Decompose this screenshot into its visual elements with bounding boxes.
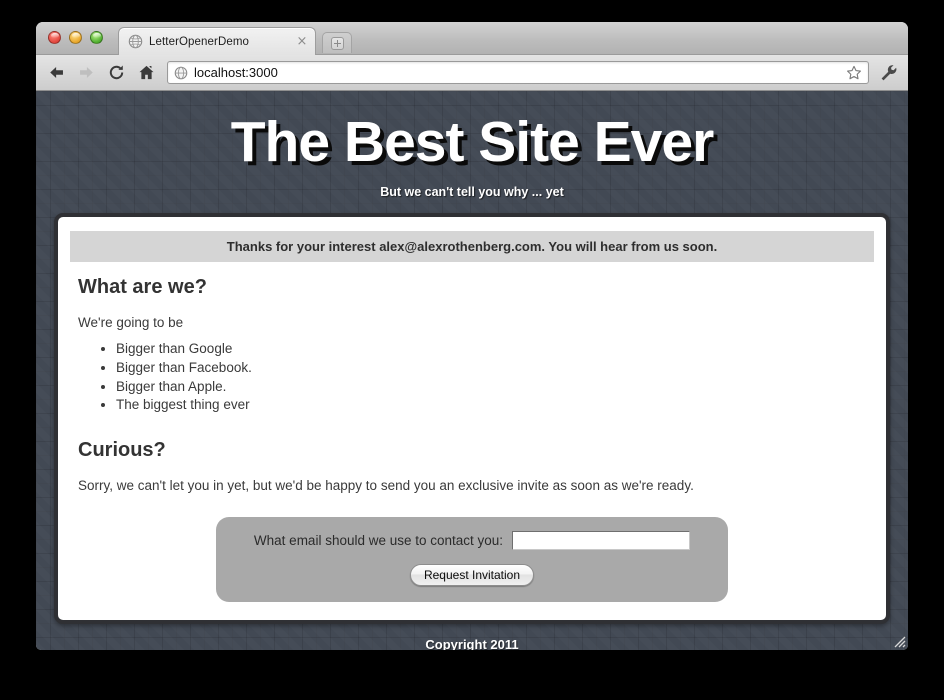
tab-strip: LetterOpenerDemo × [36,22,908,55]
minimize-window-button[interactable] [69,31,82,44]
browser-toolbar: localhost:3000 [36,55,908,91]
browser-window: LetterOpenerDemo × localhost:3000 The Be… [36,22,908,650]
zoom-window-button[interactable] [90,31,103,44]
invite-request-form: What email should we use to contact you:… [216,517,728,603]
section-heading-curious: Curious? [78,438,166,461]
url-text[interactable]: localhost:3000 [194,65,846,80]
reload-button[interactable] [105,62,127,84]
window-controls [48,31,103,44]
page-title: The Best Site Ever [230,110,715,174]
page-tagline: But we can't tell you why ... yet [380,184,564,199]
address-bar[interactable]: localhost:3000 [167,61,869,84]
list-item: The biggest thing ever [116,396,874,415]
reload-icon [109,65,123,80]
page-header: The Best Site Ever But we can't tell you… [54,91,890,213]
section-heading-what-are-we: What are we? [78,275,207,298]
resize-grip[interactable] [893,635,906,648]
home-button[interactable] [135,62,157,84]
email-form-row: What email should we use to contact you: [232,531,712,551]
browser-tab[interactable]: LetterOpenerDemo × [118,27,316,55]
forward-arrow-icon [79,66,93,79]
request-invitation-button[interactable]: Request Invitation [409,564,535,587]
wrench-icon [881,64,897,80]
close-window-button[interactable] [48,31,61,44]
new-tab-button[interactable] [322,32,352,53]
page-content: The Best Site Ever But we can't tell you… [36,91,908,650]
home-icon [138,65,154,80]
content-card: Thanks for your interest alex@alexrothen… [54,212,890,625]
plus-icon [330,36,344,50]
page-footer: Copyright 2011 [425,637,519,650]
back-arrow-icon [49,66,63,79]
tab-title: LetterOpenerDemo [149,35,250,48]
list-item: Bigger than Facebook. [116,359,874,378]
list-item: Bigger than Apple. [116,378,874,397]
bookmark-star-icon[interactable] [846,65,862,81]
email-field-label: What email should we use to contact you: [253,533,504,549]
back-button[interactable] [45,62,67,84]
forward-button[interactable] [75,62,97,84]
section-intro-curious: Sorry, we can't let you in yet, but we'd… [78,477,694,493]
email-input[interactable] [512,531,691,551]
globe-icon [174,66,188,80]
list-item: Bigger than Google [116,340,874,359]
feature-list: Bigger than Google Bigger than Facebook.… [116,340,874,415]
globe-icon [128,34,143,49]
section-intro-what-are-we: We're going to be [78,314,184,330]
flash-notice: Thanks for your interest alex@alexrothen… [70,230,874,262]
page-viewport: The Best Site Ever But we can't tell you… [36,91,908,650]
close-icon[interactable]: × [295,35,309,49]
chrome-menu-button[interactable] [879,63,899,83]
